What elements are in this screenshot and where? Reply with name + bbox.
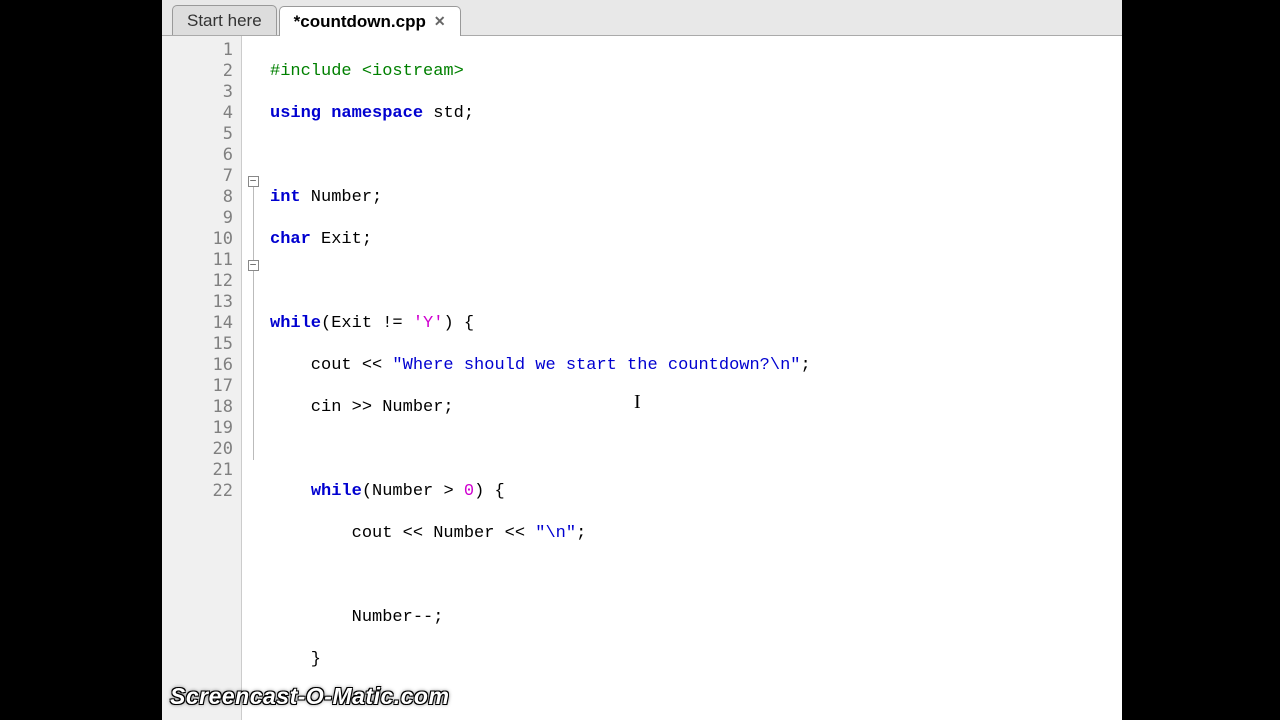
line-number: 1 <box>162 40 241 61</box>
code-token: using <box>270 104 321 123</box>
code-token: cout << Number << <box>270 524 535 543</box>
code-token: while <box>311 482 362 501</box>
code-token: 0 <box>464 482 474 501</box>
line-number: 18 <box>162 397 241 418</box>
line-number: 5 <box>162 124 241 145</box>
line-number: 2 <box>162 61 241 82</box>
line-number: 22 <box>162 481 241 502</box>
tab-bar: Start here *countdown.cpp ✕ <box>162 0 1122 36</box>
line-number: 14 <box>162 313 241 334</box>
tab-active-file[interactable]: *countdown.cpp ✕ <box>279 6 461 36</box>
tab-label: *countdown.cpp <box>294 12 426 32</box>
code-text[interactable]: #include <iostream> using namespace std;… <box>264 36 1122 720</box>
code-token: while <box>270 314 321 333</box>
code-token: char <box>270 230 311 249</box>
line-number: 9 <box>162 208 241 229</box>
line-number: 7 <box>162 166 241 187</box>
code-token: "Where should we start the countdown?\n" <box>392 356 800 375</box>
code-token: ) { <box>474 482 505 501</box>
code-token: namespace <box>321 104 423 123</box>
line-number-gutter: 1 2 3 4 5 6 7 8 9 10 11 12 13 14 15 16 1… <box>162 36 242 720</box>
fold-toggle-icon[interactable]: − <box>248 260 259 271</box>
code-area[interactable]: 1 2 3 4 5 6 7 8 9 10 11 12 13 14 15 16 1… <box>162 36 1122 720</box>
line-number: 17 <box>162 376 241 397</box>
line-number: 4 <box>162 103 241 124</box>
code-token: ; <box>576 524 586 543</box>
code-token: int <box>270 188 301 207</box>
line-number: 20 <box>162 439 241 460</box>
watermark: Screencast-O-Matic.com <box>170 683 449 710</box>
code-token: cin >> Number; <box>270 398 454 417</box>
line-number: 15 <box>162 334 241 355</box>
code-token: (Number > <box>362 482 464 501</box>
line-number: 19 <box>162 418 241 439</box>
code-token: (Exit != <box>321 314 413 333</box>
code-token: 'Y' <box>413 314 444 333</box>
close-icon[interactable]: ✕ <box>434 13 446 30</box>
tab-start-here[interactable]: Start here <box>172 5 277 35</box>
code-token: ; <box>801 356 811 375</box>
line-number: 6 <box>162 145 241 166</box>
line-number: 21 <box>162 460 241 481</box>
line-number: 11 <box>162 250 241 271</box>
code-token <box>270 482 311 501</box>
code-token: Number; <box>301 188 383 207</box>
code-token: cout << <box>270 356 392 375</box>
editor-window: Start here *countdown.cpp ✕ 1 2 3 4 5 6 … <box>162 0 1122 720</box>
line-number: 13 <box>162 292 241 313</box>
code-token: } <box>270 650 321 669</box>
line-number: 3 <box>162 82 241 103</box>
line-number: 12 <box>162 271 241 292</box>
line-number: 10 <box>162 229 241 250</box>
fold-column: − − <box>242 36 264 720</box>
line-number: 16 <box>162 355 241 376</box>
code-token: "\n" <box>535 524 576 543</box>
tab-label: Start here <box>187 11 262 31</box>
code-token: ) { <box>443 314 474 333</box>
code-token: std; <box>423 104 474 123</box>
code-token: Number--; <box>270 608 443 627</box>
line-number: 8 <box>162 187 241 208</box>
fold-toggle-icon[interactable]: − <box>248 176 259 187</box>
code-token: Exit; <box>311 230 372 249</box>
code-token: #include <iostream> <box>270 62 464 81</box>
